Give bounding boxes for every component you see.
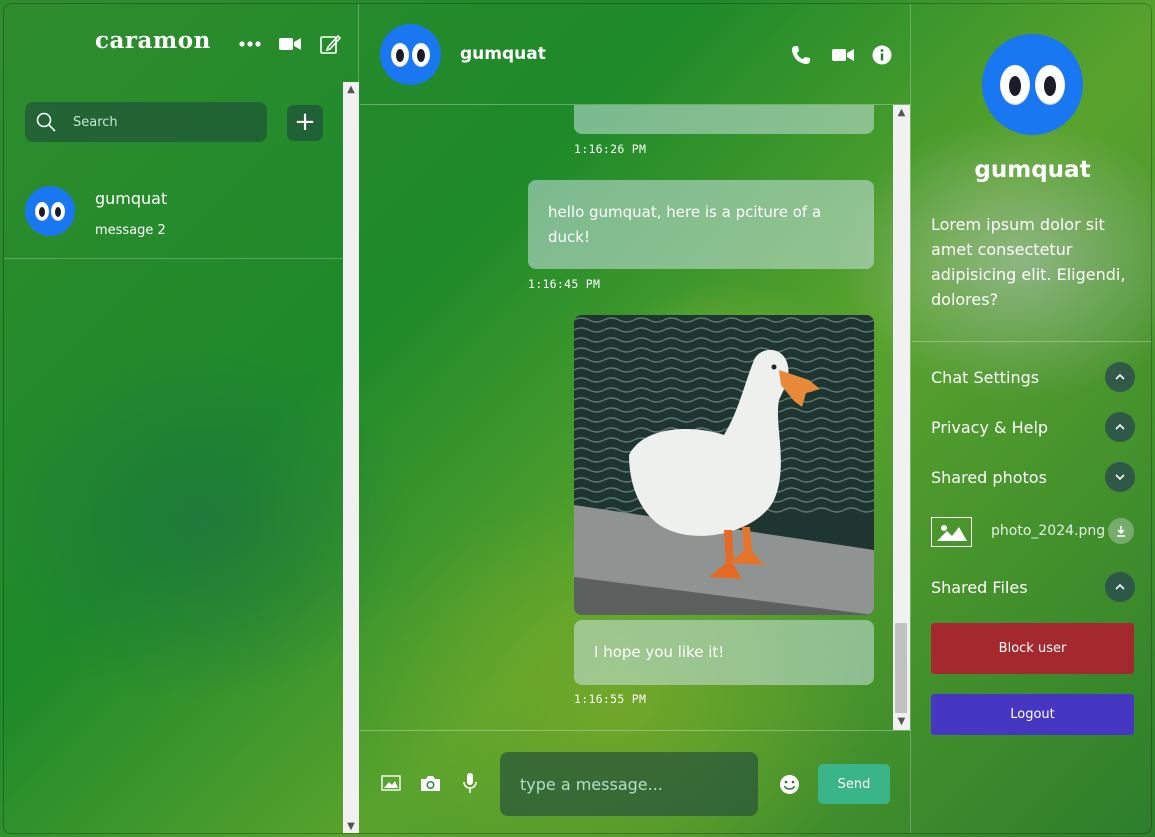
- avatar: [982, 34, 1083, 135]
- scroll-up-arrow[interactable]: ▲: [343, 82, 359, 98]
- send-button[interactable]: Send: [818, 764, 890, 804]
- search-icon: [35, 111, 57, 133]
- contact-list-item[interactable]: gumquat message 2: [4, 172, 343, 259]
- download-icon[interactable]: [1108, 518, 1134, 544]
- message-time: 1:16:55 PM: [574, 692, 647, 706]
- video-icon[interactable]: [831, 45, 855, 65]
- shared-files-option[interactable]: Shared Files: [931, 578, 1028, 597]
- conversation-sidebar: caramon + gumquat message 2 ▲ ▼: [4, 4, 359, 833]
- message-bubble: hello gumquat, here is a pciture of a du…: [528, 180, 874, 269]
- contact-last-message: message 2: [95, 223, 166, 238]
- contact-name: gumquat: [95, 189, 168, 208]
- chat-header: gumquat: [360, 4, 911, 105]
- microphone-icon[interactable]: [461, 771, 479, 795]
- chat-contact-name: gumquat: [460, 44, 546, 64]
- message-time: 1:16:26 PM: [574, 142, 647, 156]
- message-bubble: I hope you like it!: [574, 620, 874, 685]
- details-contact-name: gumquat: [974, 157, 1091, 183]
- message-input[interactable]: [500, 752, 758, 816]
- app-window: caramon + gumquat message 2 ▲ ▼: [3, 3, 1152, 834]
- scroll-down-arrow[interactable]: ▼: [893, 714, 910, 730]
- chevron-up-icon[interactable]: [1105, 362, 1135, 392]
- contact-details-panel: gumquat Lorem ipsum dolor sit amet conse…: [912, 4, 1151, 833]
- info-icon[interactable]: [871, 44, 893, 66]
- add-contact-button[interactable]: +: [287, 105, 323, 141]
- shared-photos-option[interactable]: Shared photos: [931, 468, 1047, 487]
- avatar: [380, 24, 441, 85]
- camera-icon[interactable]: [419, 773, 441, 793]
- divider: [912, 341, 1151, 342]
- shared-photo-filename[interactable]: photo_2024.png: [991, 523, 1105, 539]
- more-dots-icon[interactable]: [237, 34, 263, 54]
- video-icon[interactable]: [278, 34, 302, 54]
- current-username: caramon: [95, 27, 211, 54]
- search-input[interactable]: [73, 102, 253, 142]
- phone-icon[interactable]: [790, 44, 812, 66]
- compose-icon[interactable]: [318, 32, 342, 56]
- message-time: 1:16:45 PM: [528, 277, 601, 291]
- avatar: [25, 186, 75, 236]
- message-bubble: [574, 105, 874, 134]
- privacy-help-option[interactable]: Privacy & Help: [931, 418, 1048, 437]
- sidebar-scrollbar[interactable]: ▲ ▼: [343, 82, 359, 833]
- message-composer: Send: [360, 730, 911, 833]
- chevron-up-icon[interactable]: [1105, 572, 1135, 602]
- duck-photo[interactable]: [574, 315, 874, 615]
- logout-button[interactable]: Logout: [931, 694, 1134, 735]
- scroll-down-arrow[interactable]: ▼: [343, 819, 359, 833]
- scroll-up-arrow[interactable]: ▲: [893, 105, 910, 121]
- block-user-button[interactable]: Block user: [931, 623, 1134, 674]
- image-icon[interactable]: [380, 774, 402, 792]
- chat-scrollbar[interactable]: ▲ ▼: [893, 105, 910, 730]
- chevron-up-icon[interactable]: [1105, 412, 1135, 442]
- contact-bio: Lorem ipsum dolor sit amet consectetur a…: [931, 215, 1126, 309]
- photo-thumbnail-icon: [931, 517, 972, 547]
- search-box: [25, 102, 267, 142]
- chat-settings-option[interactable]: Chat Settings: [931, 368, 1039, 387]
- chat-panel: gumquat 1:16:26 PM hello gumquat, here i…: [360, 4, 911, 833]
- scroll-thumb[interactable]: [895, 623, 907, 713]
- chevron-down-icon[interactable]: [1105, 462, 1135, 492]
- emoji-icon[interactable]: [778, 773, 800, 795]
